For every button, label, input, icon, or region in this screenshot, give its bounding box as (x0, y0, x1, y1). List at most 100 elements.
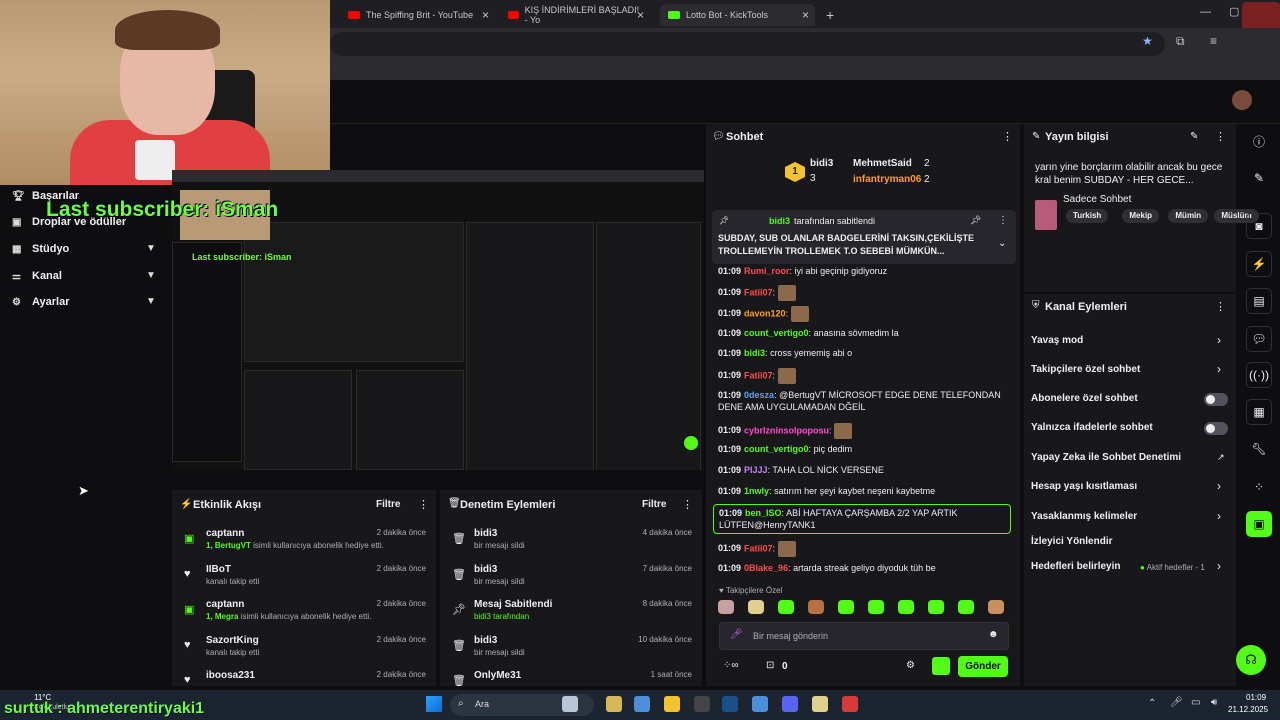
server-icon[interactable]: ▦ (1246, 399, 1272, 425)
leader-name[interactable]: bidi3 (810, 158, 833, 169)
chat-message[interactable]: 01:09 Fatii07: (718, 368, 1013, 384)
chevron-right-icon[interactable]: › (1217, 559, 1221, 573)
speaker-icon[interactable]: 🔊︎ (1211, 697, 1217, 708)
chat-username[interactable]: 0Blake_96 (744, 563, 788, 573)
chat-input[interactable]: Bir mesaj gönderin (753, 631, 828, 641)
chat-username[interactable]: 0desza (744, 390, 774, 400)
event-user[interactable]: iboosa231 (206, 670, 255, 681)
emote-icon[interactable] (778, 600, 794, 614)
mic-icon[interactable]: 🎤︎ (730, 629, 743, 640)
external-link-icon[interactable]: ↗ (1217, 452, 1225, 463)
chevron-down-icon[interactable]: ⌄ (998, 238, 1006, 249)
moderation-user[interactable]: bidi3 (474, 528, 497, 539)
channel-action-2[interactable]: Takipçilere özel sohbet (1031, 364, 1140, 375)
chat-username[interactable]: Fatii07 (744, 543, 773, 553)
chat-message[interactable]: 01:09 0desza: @BertugVT MİCROSOFT EDGE DE… (718, 389, 1013, 413)
discord-icon[interactable] (782, 696, 798, 712)
moderation-item[interactable]: 🗑︎ bidi3 4 dakika önce bir mesajı sildi (440, 528, 702, 564)
moderation-user[interactable]: OnlyMe31 (474, 670, 521, 681)
chat-message[interactable]: 01:09 bidi3: cross yememiş abi o (718, 347, 1013, 359)
wrench-icon[interactable]: 🔧︎ (1246, 436, 1272, 462)
chat-username[interactable]: Fatii07 (744, 287, 773, 297)
chat-username[interactable]: cybrlzninsolpoposu (744, 425, 829, 435)
chevron-right-icon[interactable]: › (1217, 333, 1221, 347)
chat-username[interactable]: count_vertigo0 (744, 444, 809, 454)
filter-button[interactable]: Filtre (376, 499, 400, 510)
chat-username[interactable]: 1nwly (744, 486, 769, 496)
bot-icon[interactable]: ▣ (1246, 511, 1272, 537)
chat-message[interactable]: 01:09 ben_ISO: ABİ HAFTAYA ÇARŞAMBA 2/2 Y… (713, 504, 1011, 534)
camera-icon[interactable]: ◙ (1246, 213, 1272, 239)
new-tab-button[interactable]: + (818, 4, 842, 26)
send-button[interactable]: Gönder (958, 656, 1008, 677)
activity-item[interactable]: ♥ SazortKing 2 dakika önce kanalı takip ett… (172, 635, 436, 671)
chevron-right-icon[interactable]: › (1217, 509, 1221, 523)
channel-action-1[interactable]: Yavaş mod (1031, 335, 1083, 346)
star-icon[interactable]: ★ (1142, 34, 1153, 48)
emote-icon[interactable] (808, 600, 824, 614)
more-options-icon[interactable]: ⋮ (418, 498, 429, 511)
pinned-message[interactable]: 📌︎ bidi3 tarafından sabitlendi 📌︎ ⋮ SUBD… (712, 210, 1016, 264)
moderation-item[interactable]: 🗑︎ bidi3 7 dakika önce bir mesajı sildi (440, 564, 702, 600)
more-options-icon[interactable]: ⋮ (998, 215, 1008, 226)
emoji-icon[interactable]: ☻ (988, 629, 999, 640)
emote-icon[interactable] (928, 600, 944, 614)
folder-icon[interactable] (664, 696, 680, 712)
channel-action-8[interactable]: İzleyici Yönlendir (1031, 536, 1113, 547)
bolt-icon[interactable]: ⚡ (1246, 251, 1272, 277)
sidebar-item-studio[interactable]: ▦ Stüdyo ▼ (12, 243, 156, 255)
chat-message[interactable]: 01:09 count_vertigo0: piç dedim (718, 443, 1013, 455)
chat-input-box[interactable]: 🎤︎ Bir mesaj gönderin ☻ (719, 622, 1009, 650)
chat-username[interactable]: PIJJJ (744, 465, 768, 475)
notes-icon[interactable] (812, 696, 828, 712)
chat-message[interactable]: 01:09 cybrlzninsolpoposu: (718, 423, 1013, 439)
event-user[interactable]: captann (206, 599, 244, 610)
tag-pill[interactable]: Turkish (1066, 209, 1109, 223)
recorder-icon[interactable] (842, 696, 858, 712)
emote-icon[interactable] (718, 600, 734, 614)
chevron-up-icon[interactable]: ⌃ (1148, 698, 1156, 709)
chat-username[interactable]: bidi3 (744, 348, 765, 358)
chat-message[interactable]: 01:09 count_vertigo0: anasına sövmedim la (718, 327, 1013, 339)
display-icon[interactable]: ▭ (1191, 697, 1200, 708)
close-tab-icon[interactable]: × (482, 8, 489, 22)
tag-pill[interactable]: Mekip (1122, 209, 1160, 223)
emote-icon[interactable] (748, 600, 764, 614)
extensions-icon[interactable]: ⧉ (1176, 34, 1185, 49)
more-options-icon[interactable]: ⋮ (1215, 300, 1226, 313)
more-options-icon[interactable]: ⋮ (1002, 130, 1013, 143)
moderation-user[interactable]: bidi3 (474, 635, 497, 646)
channel-action-7[interactable]: Yasaklanmış kelimeler (1031, 511, 1137, 522)
emote-icon[interactable] (868, 600, 884, 614)
leader-name[interactable]: MehmetSaid (853, 158, 912, 169)
minimize-icon[interactable]: — (1200, 6, 1211, 18)
chat-username[interactable]: Rumi_roor (744, 266, 790, 276)
moderation-user[interactable]: bidi3 (474, 564, 497, 575)
sidebar-item-channel[interactable]: ⚌ Kanal ▼ (12, 270, 156, 282)
more-options-icon[interactable]: ⋮ (682, 498, 693, 511)
channel-action-4[interactable]: Yalnızca ifadelerle sohbet (1031, 422, 1153, 433)
chat-message[interactable]: 01:09 Fatii07: (718, 541, 1013, 557)
file-manager-icon[interactable] (606, 696, 622, 712)
steam-icon[interactable] (722, 696, 738, 712)
leader-name[interactable]: infantryman06 (853, 174, 921, 185)
chevron-right-icon[interactable]: › (1217, 362, 1221, 376)
chat-message[interactable]: 01:09 Rumi_roor: iyi abi geçinip gidiyoru… (718, 265, 1013, 277)
calculator-icon[interactable] (634, 696, 650, 712)
event-user[interactable]: SazortKing (206, 635, 259, 646)
close-tab-icon[interactable]: × (637, 8, 644, 22)
edit-icon[interactable]: ✎ (1190, 131, 1198, 142)
broadcast-icon[interactable]: ((·)) (1246, 362, 1272, 388)
obs-icon[interactable] (694, 696, 710, 712)
clock-time[interactable]: 01:09 (1246, 693, 1266, 702)
tag-pill[interactable]: Mümin (1168, 209, 1209, 223)
channel-action-5[interactable]: Yapay Zeka ile Sohbet Denetimi (1031, 452, 1181, 463)
chat-username[interactable]: davon120 (744, 308, 786, 318)
moderation-item[interactable]: 📌︎ Mesaj Sabitlendi 8 dakika önce bidi3 tar… (440, 599, 702, 635)
channel-action-3[interactable]: Abonelere özel sohbet (1031, 393, 1138, 404)
chat-username[interactable]: count_vertigo0 (744, 328, 809, 338)
gear-icon[interactable]: ⚙ (906, 660, 915, 671)
windows-start-icon[interactable] (426, 696, 442, 712)
event-user[interactable]: captann (206, 528, 244, 539)
tab-store[interactable]: KIŞ İNDİRİMLERİ BAŞLADI! - Yo × (500, 4, 650, 26)
